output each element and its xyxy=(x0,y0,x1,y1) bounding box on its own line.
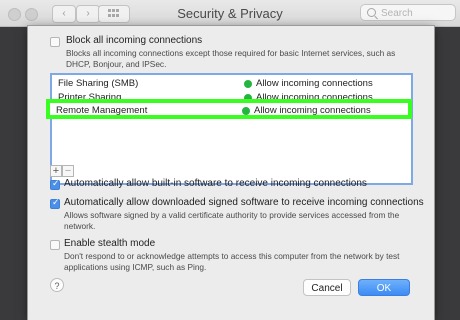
block-all-checkbox[interactable] xyxy=(50,37,60,47)
auto-signed-description: Allows software signed by a valid certif… xyxy=(64,210,400,231)
search-input[interactable]: Search xyxy=(360,4,456,21)
cancel-button[interactable]: Cancel xyxy=(303,279,351,296)
stealth-mode-label: Enable stealth mode xyxy=(64,238,156,249)
block-all-label: Block all incoming connections xyxy=(66,35,203,46)
status-dot-icon xyxy=(244,80,252,88)
service-row[interactable]: File Sharing (SMB) Allow incoming connec… xyxy=(52,77,411,91)
auto-signed-checkbox[interactable] xyxy=(50,198,60,209)
ok-button[interactable]: OK xyxy=(358,279,410,296)
auto-builtin-label: Automatically allow built-in software to… xyxy=(64,178,367,189)
firewall-options-sheet: Block all incoming connections Blocks al… xyxy=(28,26,434,320)
add-remove-controls: + − xyxy=(50,165,74,177)
add-app-button[interactable]: + xyxy=(50,165,62,177)
services-list[interactable]: File Sharing (SMB) Allow incoming connec… xyxy=(46,73,413,185)
title-bar: ‹ › Security & Privacy Search xyxy=(0,0,460,27)
service-row-highlighted[interactable]: Remote Management Allow incoming connect… xyxy=(46,99,412,119)
service-name: Remote Management xyxy=(56,105,148,116)
auto-builtin-checkbox[interactable] xyxy=(50,179,60,190)
remove-app-button[interactable]: − xyxy=(62,165,74,177)
stealth-mode-description: Don't respond to or acknowledge attempts… xyxy=(64,251,400,272)
help-button[interactable]: ? xyxy=(50,278,64,292)
service-name: File Sharing (SMB) xyxy=(58,78,139,89)
service-status[interactable]: Allow incoming connections xyxy=(254,105,371,116)
search-icon xyxy=(367,8,376,17)
status-dot-icon xyxy=(242,107,250,115)
auto-signed-label: Automatically allow downloaded signed so… xyxy=(64,197,424,208)
service-status[interactable]: Allow incoming connections xyxy=(256,78,373,89)
stealth-mode-checkbox[interactable] xyxy=(50,240,60,250)
search-placeholder: Search xyxy=(381,8,413,19)
block-all-description: Blocks all incoming connections except t… xyxy=(66,48,396,69)
